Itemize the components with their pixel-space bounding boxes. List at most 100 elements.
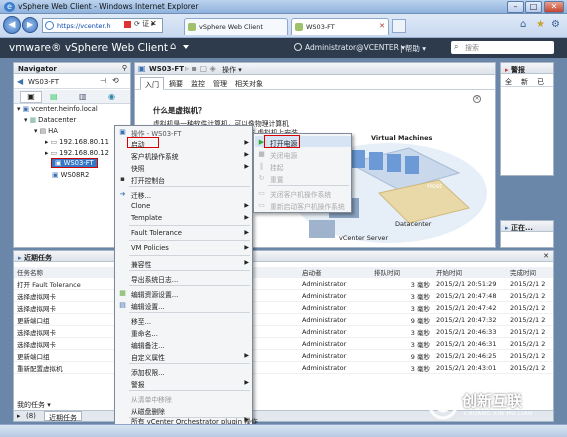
table-row[interactable]: 重新配置虚拟机 Administrator 3 毫秒 2015/2/1 20:43:0… [14, 361, 553, 374]
minimize-button[interactable]: – [507, 1, 524, 13]
menu-item-rename[interactable]: 重命名... [131, 328, 158, 338]
close-panel-icon[interactable]: × [473, 95, 481, 103]
column-header[interactable]: 启动者 [299, 267, 371, 278]
tab-getting-started[interactable]: 入门 [140, 77, 164, 90]
back-arrow-icon[interactable]: ◀ [17, 77, 23, 86]
resource-settings-icon: ▦ [119, 289, 126, 297]
submenu-arrow-icon: ▶ [244, 416, 249, 423]
menu-item-delete-from-disk[interactable]: 从磁盘删除 [131, 406, 165, 416]
table-row[interactable]: 打开 Fault Tolerance Administrator 3 毫秒 2015/… [14, 277, 553, 290]
submenu-item-power-off[interactable]: 关闭电源 [270, 150, 297, 160]
table-row[interactable]: 更新端口组 Administrator 9 毫秒 2015/2/1 20:46:25 2… [14, 349, 553, 362]
forward-button[interactable]: ▶ [22, 17, 38, 33]
help-menu[interactable]: | 帮助 ▾ [400, 43, 426, 54]
tree-item[interactable]: ▾ ▦ Datacenter [24, 116, 76, 124]
hosts-clusters-tab-icon[interactable]: ▣ [20, 91, 42, 103]
submenu-item-reset[interactable]: 重置 [270, 174, 284, 184]
home-dropdown-icon[interactable] [183, 45, 189, 49]
pin-icon[interactable]: ⚲ [122, 64, 127, 72]
tree-item[interactable]: ▾ ▤ HA [34, 127, 58, 135]
column-header[interactable]: 排队时间 [371, 267, 433, 278]
tab-summary[interactable]: 摘要 [169, 79, 183, 89]
submenu-item-power-on[interactable]: 打开电源 [270, 138, 297, 148]
tab-monitor[interactable]: 监控 [191, 79, 205, 89]
tree-item[interactable]: ▸ ▭ 192.168.80.12 [45, 149, 109, 157]
table-row[interactable]: 选择虚拟网卡 Administrator 3 毫秒 2015/2/1 20:47:48… [14, 289, 553, 302]
tab-ws03-ft[interactable]: WS03-FT ✕ [291, 18, 389, 35]
table-row[interactable]: 更新端口组 Administrator 9 毫秒 2015/2/1 20:47:32 2… [14, 313, 553, 326]
task-queued: 3 毫秒 [371, 277, 433, 290]
menu-item-migrate[interactable]: 迁移... [131, 190, 151, 200]
menu-item-open-console[interactable]: 打开控制台 [131, 175, 165, 185]
toolbar-icons[interactable]: ▹ ▪ ▢ ◈ [185, 64, 216, 73]
certificate-error-icon[interactable] [124, 21, 131, 28]
tab-vsphere[interactable]: vSphere Web Client [184, 18, 288, 35]
menu-item-edit-notes[interactable]: 编辑备注... [131, 340, 165, 350]
vms-templates-tab-icon[interactable]: ▤ [50, 92, 58, 101]
menu-item-move-to[interactable]: 移至... [131, 316, 151, 326]
new-tab-button[interactable] [392, 19, 406, 33]
footer-arrow-icon[interactable]: ▸ [17, 412, 21, 420]
submenu-item-shutdown-guest[interactable]: 关闭客户机操作系统 [270, 189, 331, 199]
favicon-icon [295, 23, 303, 31]
menu-item-template[interactable]: Template [131, 214, 162, 222]
menu-item-power[interactable]: 启动 [131, 139, 145, 149]
alarm-tab-ack[interactable]: 已 [537, 77, 544, 87]
pin-small-icon[interactable]: ⊣ [100, 77, 106, 85]
column-header[interactable]: 任务名称 [14, 267, 114, 278]
menu-item-edit-settings[interactable]: 编辑设置... [131, 301, 165, 311]
menu-item-export-logs[interactable]: 导出系统日志... [131, 274, 178, 284]
close-button[interactable]: ✕ [544, 1, 564, 13]
home-button[interactable]: ⌂ [170, 41, 176, 52]
footer-recent-tasks-tab[interactable]: 近期任务 [44, 411, 82, 422]
menu-item-compatibility[interactable]: 兼容性 [131, 259, 151, 269]
menu-item-alarms[interactable]: 警报 [131, 379, 145, 389]
search-input[interactable]: ⌕ 搜索 [451, 41, 554, 54]
ie-logo-icon: e [4, 2, 15, 12]
network-tab-icon[interactable]: ◉ [108, 92, 115, 101]
tab-manage[interactable]: 管理 [213, 79, 227, 89]
column-header[interactable]: 开始时间 [433, 267, 507, 278]
menu-item-fault-tolerance[interactable]: Fault Tolerance [131, 229, 182, 237]
close-icon[interactable]: ✕ [543, 252, 549, 260]
task-name: 重新配置虚拟机 [14, 361, 114, 374]
table-row[interactable]: 选择虚拟网卡 Administrator 3 毫秒 2015/2/1 20:46:31… [14, 337, 553, 350]
menu-item-clone[interactable]: Clone [131, 202, 150, 210]
storage-tab-icon[interactable]: ▥ [79, 92, 87, 101]
menu-item-snapshots[interactable]: 快照 [131, 163, 145, 173]
tree-item[interactable]: ▾ ▣ vcenter.heinfo.local [17, 105, 98, 113]
menu-item-add-permission[interactable]: 添加权限... [131, 367, 165, 377]
tab-close-icon[interactable]: ✕ [379, 22, 385, 30]
menu-item-remove-inventory[interactable]: 从清单中移除 [131, 394, 172, 404]
back-button[interactable]: ◀ [3, 16, 21, 34]
breadcrumb-label[interactable]: WS03-FT [28, 78, 59, 86]
tab-related-objects[interactable]: 相关对象 [235, 79, 263, 89]
maximize-button[interactable]: □ [525, 1, 542, 13]
refresh-icon[interactable] [294, 43, 302, 51]
menu-separator [129, 186, 250, 187]
alarm-tab-new[interactable]: 新 [521, 77, 528, 87]
tree-item-selected[interactable]: ▣ WS03-FT [51, 158, 98, 168]
history-icon[interactable]: ⟲ [112, 76, 119, 85]
menu-item-custom-attributes[interactable]: 自定义属性 [131, 352, 165, 362]
menu-item-vm-policies[interactable]: VM Policies [131, 244, 169, 252]
menu-item-guest-os[interactable]: 客户机操作系统 [131, 151, 179, 161]
alarm-tab-all[interactable]: 全 [505, 77, 512, 87]
actions-menu[interactable]: 操作 ▾ [222, 65, 242, 75]
home-icon[interactable]: ⌂ [520, 19, 526, 30]
menu-separator [129, 285, 250, 286]
submenu-item-suspend[interactable]: 挂起 [270, 162, 284, 172]
column-header[interactable]: 完成时间 [507, 267, 553, 278]
tools-icon[interactable]: ⚙ [551, 19, 560, 30]
table-row[interactable]: 选择虚拟网卡 Administrator 3 毫秒 2015/2/1 20:47:42… [14, 301, 553, 314]
task-filter-dropdown[interactable]: 我的任务 ▾ [17, 400, 51, 410]
task-end: 2015/2/1 2 [507, 313, 553, 326]
stop-icon[interactable]: ✕ [150, 19, 157, 28]
user-menu[interactable]: Administrator@VCENTER ▾ [305, 43, 405, 52]
tree-item[interactable]: ▸ ▭ 192.168.80.11 [45, 138, 109, 146]
tree-item[interactable]: ▣ WS08R2 [52, 171, 89, 179]
table-row[interactable]: 选择虚拟网卡 Administrator 3 毫秒 2015/2/1 20:46:33… [14, 325, 553, 338]
menu-item-edit-resources[interactable]: 编辑资源设置... [131, 289, 178, 299]
submenu-item-restart-guest[interactable]: 重新启动客户机操作系统 [270, 201, 345, 211]
favorites-icon[interactable]: ★ [536, 19, 545, 30]
